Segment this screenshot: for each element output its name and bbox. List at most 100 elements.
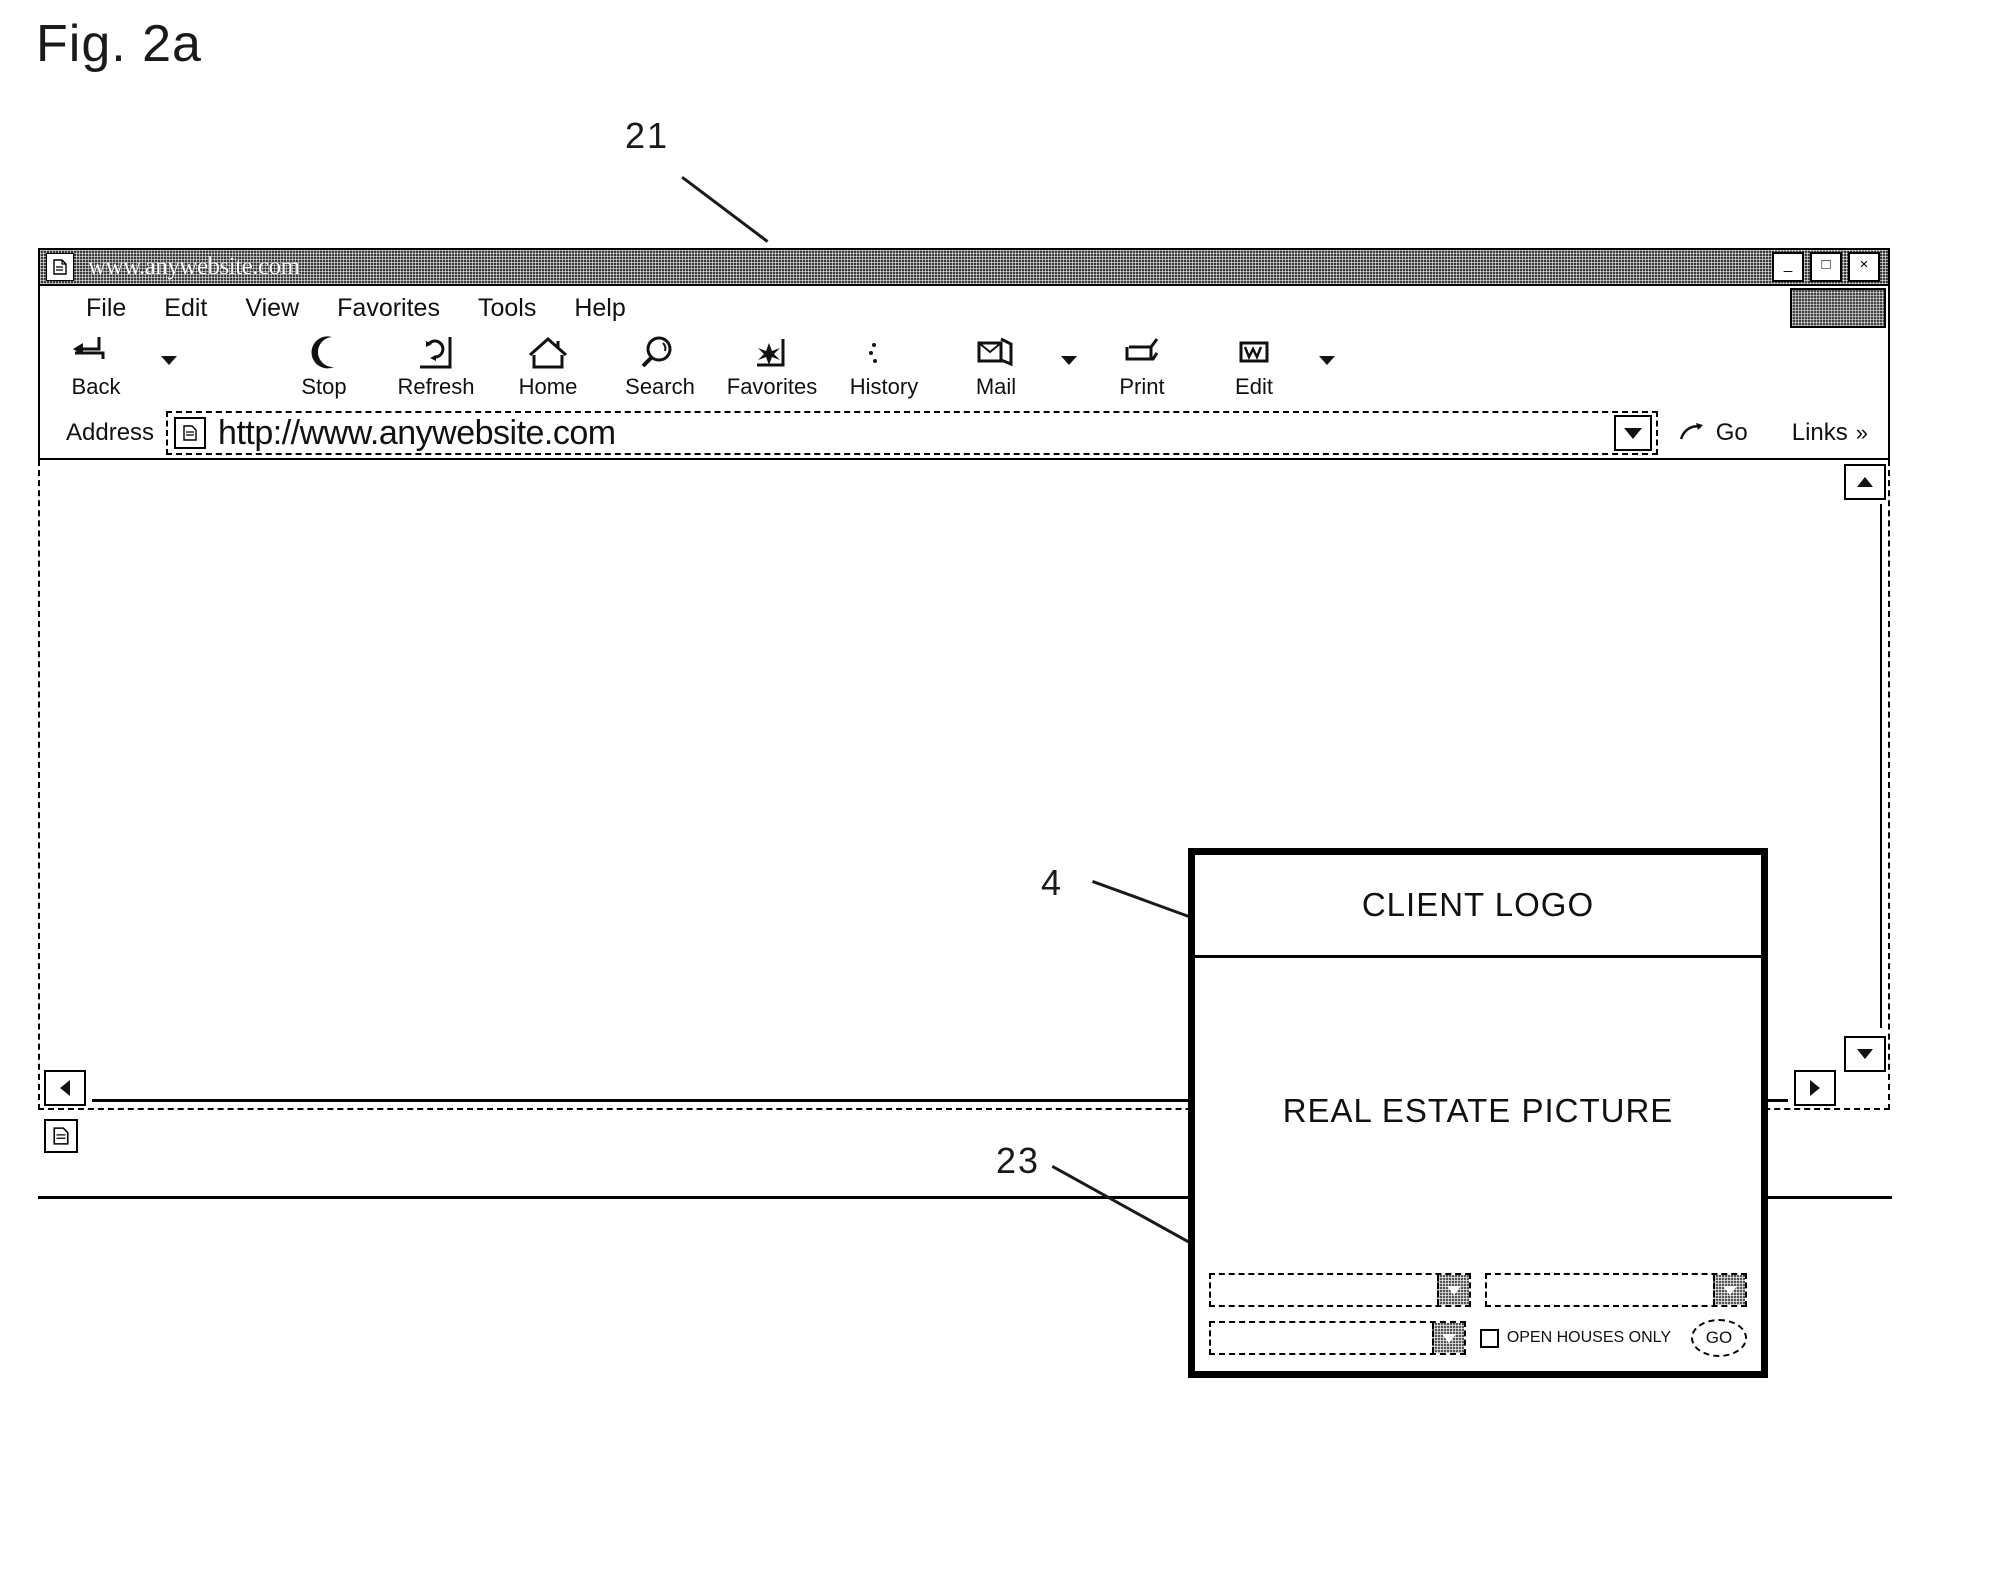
edit-icon [1231,332,1277,374]
menu-item-edit[interactable]: Edit [164,294,207,323]
toolbar-button-back[interactable]: Back [40,330,152,400]
callout-4: 4 [1041,862,1064,903]
menu-item-tools[interactable]: Tools [478,294,536,323]
search-icon [637,332,683,374]
search-select-3-arrow[interactable] [1431,1323,1464,1353]
brand-logo-animation [1790,288,1886,328]
toolbar-label-home: Home [518,374,578,399]
toolbar-label-back: Back [71,374,121,399]
minimize-button[interactable]: _ [1772,252,1804,282]
toolbar-button-home[interactable]: Home [492,330,604,400]
toolbar-label-history: History [849,374,919,399]
menu-item-help[interactable]: Help [574,294,625,323]
toolbar-label-stop: Stop [301,374,347,399]
toolbar-button-refresh[interactable]: Refresh [380,330,492,400]
toolbar-button-edit[interactable]: Edit [1198,330,1310,400]
chevron-down-icon [1447,1285,1461,1295]
search-select-3-value [1211,1323,1432,1353]
page-icon [174,417,207,449]
search-form: OPEN HOUSES ONLY GO [1195,1263,1761,1371]
search-select-3[interactable] [1209,1321,1466,1355]
menu-item-file[interactable]: File [86,294,126,323]
page-icon [44,1119,78,1153]
real-estate-search-widget: CLIENT LOGO REAL ESTATE PICTURE OPEN HOU… [1188,848,1768,1378]
search-form-row-2: OPEN HOUSES ONLY GO [1209,1319,1747,1357]
maximize-button[interactable]: □ [1810,252,1842,282]
real-estate-picture-area: REAL ESTATE PICTURE [1195,958,1761,1263]
stop-icon [301,332,347,374]
chevron-down-icon [1319,356,1335,365]
address-dropdown-button[interactable] [1613,415,1652,451]
search-select-2[interactable] [1485,1273,1747,1307]
toolbar-button-search[interactable]: Search [604,330,716,400]
go-label: Go [1715,419,1748,446]
menu-label-file: File [86,293,127,322]
browser-page-icon [46,253,74,281]
toolbar-button-history[interactable]: History [828,330,940,400]
scroll-left-button[interactable] [44,1070,86,1106]
favorites-star-icon [749,332,795,374]
open-houses-only-checkbox[interactable] [1479,1328,1499,1348]
vertical-scroll-trough[interactable] [1878,504,1882,1028]
toolbar-label-refresh: Refresh [397,374,475,399]
search-form-row-1 [1209,1273,1747,1307]
menu-label-edit: Edit [164,293,208,322]
search-select-2-arrow[interactable] [1713,1275,1745,1305]
menu-label-favorites: Favorites [337,293,440,322]
callout-21-leader [681,176,769,243]
search-select-2-value [1487,1275,1713,1305]
toolbar-button-stop[interactable]: Stop [268,330,380,400]
address-value: http://www.anywebsite.com [218,413,616,452]
chevron-down-icon [1061,356,1077,365]
menu-label-view: View [245,293,300,322]
triangle-left-icon [60,1080,70,1096]
menu-item-favorites[interactable]: Favorites [337,294,440,323]
search-select-1[interactable] [1209,1273,1471,1307]
mail-icon [973,332,1019,374]
toolbar-label-search: Search [625,374,695,399]
refresh-icon [414,332,458,374]
links-button[interactable]: Links » [1792,419,1868,447]
toolbar: Back Stop Refresh Home Search Favorites … [38,330,1890,408]
edit-dropdown-caret[interactable] [1310,330,1344,365]
real-estate-picture-text: REAL ESTATE PICTURE [1282,1091,1674,1129]
window-title: www.anywebsite.com [88,253,300,280]
menu-bar: File Edit View Favorites Tools Help [38,286,1890,330]
close-button[interactable]: × [1848,252,1880,282]
back-dropdown-caret[interactable] [152,330,186,365]
figure-label: Fig. 2a [36,15,202,73]
go-arrow-icon [1678,421,1708,445]
search-select-1-value [1211,1275,1437,1305]
search-select-1-arrow[interactable] [1437,1275,1469,1305]
address-input[interactable]: http://www.anywebsite.com [166,411,1658,455]
triangle-up-icon [1857,477,1873,487]
chevron-down-icon [1723,1285,1737,1295]
chevron-right-double-icon: » [1855,420,1868,445]
back-arrow-icon [69,332,123,374]
print-icon [1119,332,1165,374]
toolbar-button-print[interactable]: Print [1086,330,1198,400]
open-houses-only-control[interactable]: OPEN HOUSES ONLY [1479,1328,1671,1348]
chevron-down-icon [1623,427,1642,439]
menu-label-tools: Tools [477,293,537,322]
toolbar-button-favorites[interactable]: Favorites [716,330,828,400]
toolbar-label-edit: Edit [1235,374,1273,399]
mail-dropdown-caret[interactable] [1052,330,1086,365]
chevron-down-icon [1441,1333,1456,1343]
address-bar: Address http://www.anywebsite.com Go Lin… [38,408,1890,460]
toolbar-button-mail[interactable]: Mail [940,330,1052,400]
vertical-scrollbar[interactable] [1842,460,1888,1108]
scroll-up-button[interactable] [1844,464,1886,500]
history-icon [861,332,907,374]
callout-23: 23 [996,1140,1041,1181]
open-houses-only-label: OPEN HOUSES ONLY [1506,1329,1671,1346]
home-icon [524,332,572,374]
chevron-down-icon [161,356,177,365]
widget-go-button[interactable]: GO [1691,1319,1747,1357]
menu-item-view[interactable]: View [245,294,299,323]
go-button[interactable]: Go [1678,419,1748,447]
title-bar: www.anywebsite.com _ □ × [38,248,1890,286]
toolbar-label-favorites: Favorites [726,374,818,399]
scroll-right-button[interactable] [1794,1070,1836,1106]
triangle-right-icon [1810,1080,1820,1096]
